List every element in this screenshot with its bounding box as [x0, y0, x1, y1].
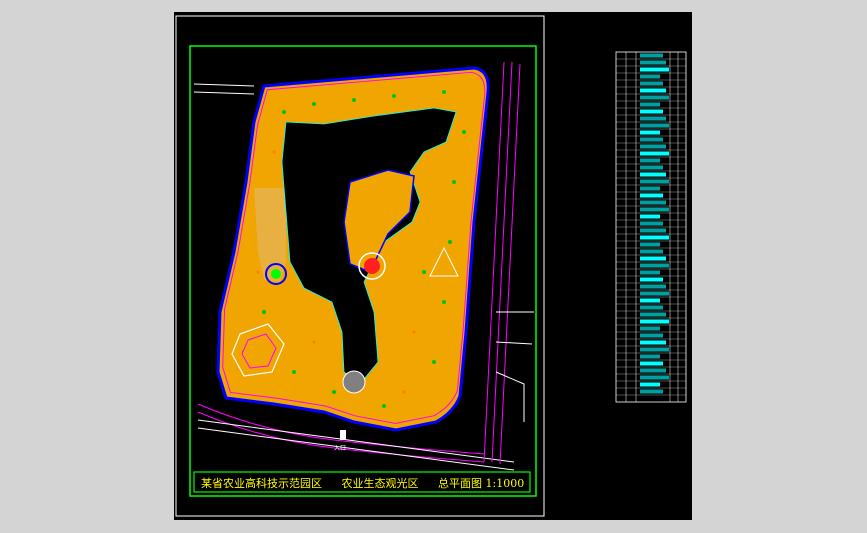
legend-swatch: [640, 102, 660, 107]
legend-swatch: [640, 326, 660, 331]
legend-swatch: [640, 158, 660, 163]
legend-swatch: [640, 298, 660, 303]
legend-swatch: [640, 81, 663, 86]
legend-swatch: [640, 291, 669, 296]
legend-swatch: [640, 200, 666, 205]
legend-swatch: [640, 179, 669, 184]
legend-swatch: [640, 172, 666, 177]
round-plaza-west-core: [271, 269, 281, 279]
legend-swatch: [640, 193, 663, 198]
legend-swatch: [640, 382, 660, 387]
legend-swatch: [640, 361, 663, 366]
legend-swatch: [640, 270, 660, 275]
site-plan-drawing: 入口: [175, 15, 687, 517]
legend-swatch: [640, 207, 669, 212]
legend-swatch: [640, 375, 669, 380]
legend-swatch: [640, 116, 666, 121]
legend-swatch: [640, 340, 666, 345]
entrance-plaza: [342, 370, 366, 394]
legend-swatch: [640, 228, 666, 233]
legend-swatch: [640, 242, 660, 247]
entrance-label: 入口: [334, 445, 346, 452]
title-project: 某省农业高科技示范园区: [201, 477, 322, 490]
legend-swatch: [640, 256, 666, 261]
entrance-gate-icon: [340, 430, 346, 440]
legend-swatch: [640, 123, 669, 128]
title-sheet: 总平面图 1:1000: [438, 477, 525, 490]
legend-swatch: [640, 53, 663, 58]
title-zone: 农业生态观光区: [341, 477, 419, 490]
cad-drawing-sheet: 入口 某省农业高科技示范园区 农业生态观光区 总平面图 1:1000: [174, 12, 692, 520]
legend-swatch: [640, 130, 660, 135]
legend-swatch: [640, 221, 663, 226]
legend-swatch: [640, 319, 669, 324]
legend-swatch: [640, 312, 666, 317]
legend-swatch: [640, 347, 669, 352]
drawing-title: 某省农业高科技示范园区 农业生态观光区 总平面图 1:1000: [201, 476, 531, 492]
legend-swatch: [640, 165, 663, 170]
legend-swatch: [640, 144, 666, 149]
legend-swatch: [640, 368, 666, 373]
legend-swatch: [640, 249, 663, 254]
legend-swatch: [640, 88, 666, 93]
legend-swatch: [640, 74, 660, 79]
legend-swatch: [640, 235, 669, 240]
legend-swatch: [640, 284, 666, 289]
legend-swatch: [640, 305, 663, 310]
legend-swatch: [640, 333, 663, 338]
legend-swatch: [640, 354, 660, 359]
legend-swatch: [640, 389, 663, 394]
legend-swatch: [640, 263, 669, 268]
legend-swatch: [640, 277, 663, 282]
legend-swatch: [640, 60, 666, 65]
legend-swatch: [640, 151, 669, 156]
round-plaza-center-core: [364, 258, 380, 274]
legend-swatch: [640, 186, 660, 191]
legend-swatch: [640, 95, 669, 100]
legend-swatch: [640, 109, 663, 114]
legend-swatch: [640, 214, 660, 219]
legend-swatch: [640, 67, 669, 72]
legend-swatch: [640, 137, 663, 142]
